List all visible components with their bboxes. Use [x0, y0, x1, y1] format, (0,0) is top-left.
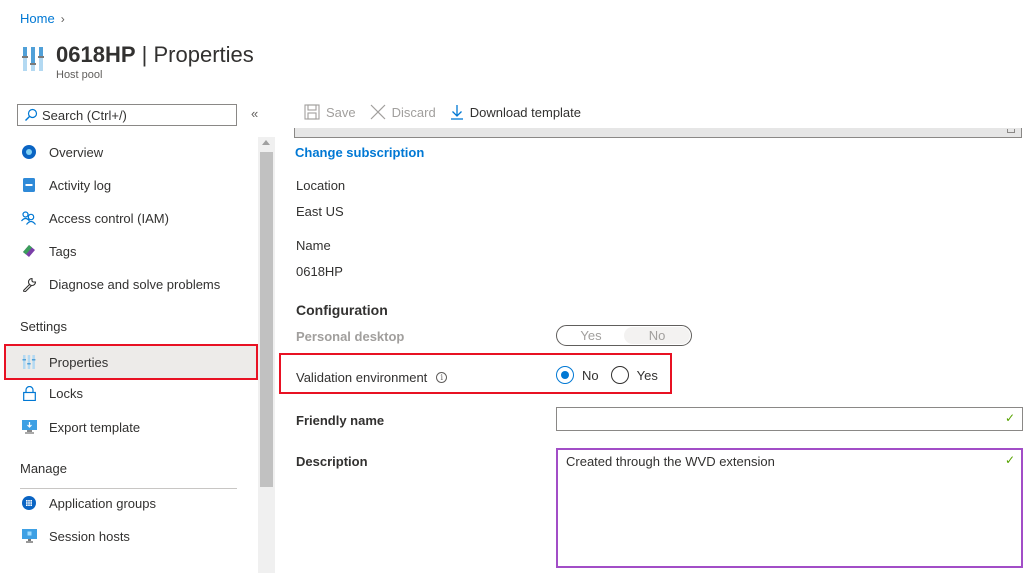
name-value: 0618HP: [296, 264, 343, 279]
friendly-name-label: Friendly name: [296, 413, 385, 428]
validation-yes-radio[interactable]: Yes: [610, 366, 658, 384]
page-subtitle: Host pool: [56, 69, 103, 81]
host-pool-icon: [22, 47, 44, 71]
description-label: Description: [296, 454, 368, 469]
location-value: East US: [296, 204, 344, 219]
command-bar: Save Discard Download template: [304, 104, 595, 120]
subscription-field[interactable]: [294, 128, 1022, 138]
breadcrumb-home-link[interactable]: Home: [20, 11, 55, 26]
valid-checkmark-icon: ✓: [1005, 411, 1016, 425]
manage-section-header: Manage: [20, 461, 67, 476]
sidebar-item-export-template[interactable]: Export template: [0, 411, 258, 443]
validation-no-radio[interactable]: No: [556, 366, 599, 384]
scroll-up-arrow-icon[interactable]: [262, 140, 270, 145]
discard-button[interactable]: Discard: [370, 104, 436, 120]
scrollbar-thumb[interactable]: [260, 152, 273, 487]
sidebar-item-tags[interactable]: Tags: [0, 235, 258, 267]
friendly-name-input[interactable]: [556, 407, 1023, 431]
wrench-icon: [21, 276, 37, 292]
validation-environment-radio-group: No Yes: [556, 366, 670, 384]
download-template-button[interactable]: Download template: [450, 104, 581, 120]
collapse-sidebar-button[interactable]: «: [251, 106, 258, 121]
personal-desktop-no[interactable]: No: [624, 327, 690, 344]
sidebar-item-access-control[interactable]: Access control (IAM): [0, 202, 258, 234]
breadcrumb: Home ›: [20, 11, 65, 26]
sidebar-item-activity-log[interactable]: Activity log: [0, 169, 258, 201]
settings-section-header: Settings: [20, 319, 67, 334]
search-placeholder: Search (Ctrl+/): [42, 107, 127, 123]
dropdown-indicator-icon: [1007, 129, 1015, 133]
close-icon: [370, 104, 386, 120]
personal-desktop-yes[interactable]: Yes: [558, 327, 624, 344]
save-button[interactable]: Save: [304, 104, 356, 120]
save-icon: [304, 104, 320, 120]
configuration-heading: Configuration: [296, 302, 388, 318]
export-template-icon: [21, 419, 37, 435]
overview-icon: [21, 144, 37, 160]
description-textarea[interactable]: Created through the WVD extension: [556, 448, 1023, 568]
info-icon[interactable]: i: [436, 372, 448, 383]
properties-icon: [21, 354, 37, 370]
sidebar-item-overview[interactable]: Overview: [0, 136, 258, 168]
search-input[interactable]: Search (Ctrl+/): [17, 104, 237, 126]
sidebar-item-session-hosts[interactable]: Session hosts: [0, 520, 258, 552]
page-header: 0618HP | Properties Host pool: [22, 41, 254, 81]
sidebar-item-properties[interactable]: Properties: [4, 344, 258, 380]
validation-environment-label: Validation environment i: [296, 370, 448, 385]
session-hosts-icon: [21, 528, 37, 544]
change-subscription-link[interactable]: Change subscription: [295, 145, 424, 160]
sidebar-item-application-groups[interactable]: Application groups: [0, 487, 258, 519]
activity-log-icon: [21, 177, 37, 193]
radio-selected-icon[interactable]: [556, 366, 574, 384]
tag-icon: [21, 243, 37, 259]
personal-desktop-toggle[interactable]: Yes No: [556, 325, 692, 346]
personal-desktop-label: Personal desktop: [296, 329, 405, 344]
chevron-right-icon: ›: [60, 11, 65, 26]
search-icon: [24, 108, 38, 122]
name-label: Name: [296, 238, 331, 253]
sidebar-item-diagnose[interactable]: Diagnose and solve problems: [0, 268, 258, 300]
download-icon: [450, 104, 464, 120]
sidebar: Search (Ctrl+/) « Overview Activity log …: [0, 100, 258, 573]
radio-unselected-icon[interactable]: [610, 366, 629, 384]
page-title: 0618HP | Properties: [56, 42, 254, 67]
location-label: Location: [296, 178, 346, 193]
valid-checkmark-icon: ✓: [1005, 453, 1016, 467]
lock-icon: [21, 385, 37, 401]
sidebar-scrollbar[interactable]: [258, 137, 275, 573]
sidebar-item-locks[interactable]: Locks: [0, 377, 258, 409]
application-groups-icon: [21, 495, 37, 511]
iam-icon: [21, 210, 37, 226]
